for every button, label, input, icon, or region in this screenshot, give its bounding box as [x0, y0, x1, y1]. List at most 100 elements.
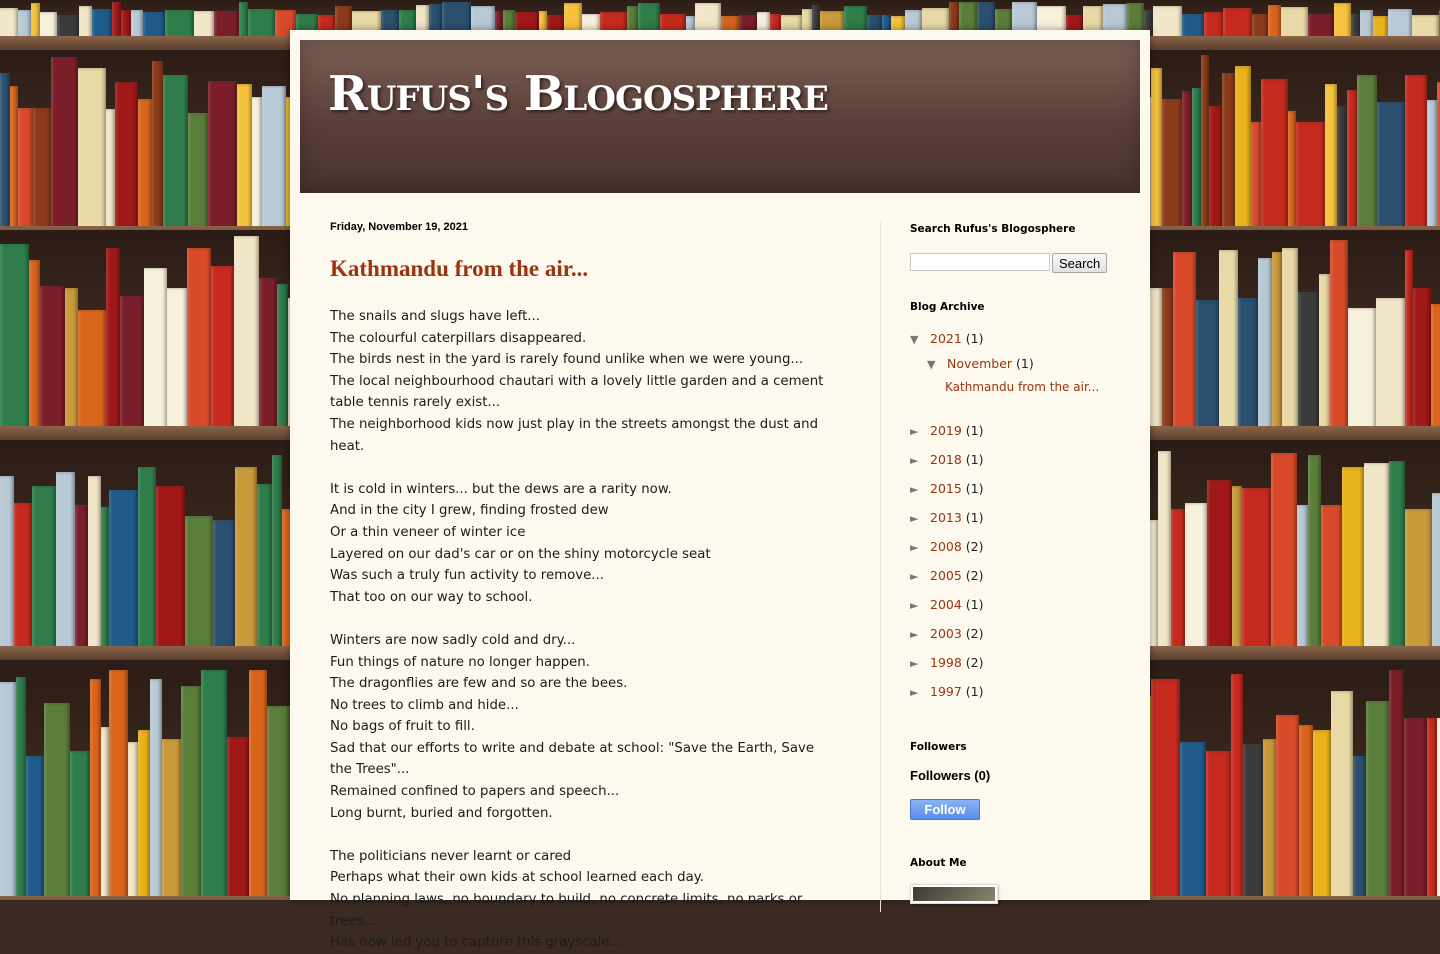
expand-toggle-icon[interactable]: ►	[910, 562, 930, 591]
archive-year-2019: ► 2019 (1)	[910, 416, 1120, 445]
archive-year-link[interactable]: 2018	[930, 452, 962, 467]
book-spine	[138, 98, 152, 230]
archive-year-link[interactable]: 1997	[930, 684, 962, 699]
book-spine	[1258, 258, 1272, 430]
book-spine	[1180, 741, 1206, 900]
archive-year-2004: ► 2004 (1)	[910, 590, 1120, 619]
expand-toggle-icon[interactable]: ►	[910, 417, 930, 446]
book-spine	[1313, 729, 1331, 900]
archive-year-list: ► 2019 (1) ► 2018 (1) ► 2015 (1) ► 2013 (1) ► 200…	[910, 416, 1120, 706]
archive-year-1997: ► 1997 (1)	[910, 677, 1120, 706]
book-spine	[1342, 467, 1364, 650]
poem-line: Perhaps what their own kids at school le…	[330, 870, 704, 886]
book-spine	[0, 244, 29, 430]
poem-line: Layered on our dad's car or on the shiny…	[330, 546, 711, 562]
archive-year-link[interactable]: 2015	[930, 481, 962, 496]
post-title[interactable]: Kathmandu from the air...	[330, 254, 830, 284]
book-spine	[1288, 111, 1296, 230]
search-input[interactable]	[910, 253, 1050, 271]
book-spine	[1319, 274, 1330, 430]
book-spine	[1173, 252, 1196, 430]
book-spine	[1182, 91, 1192, 230]
expand-toggle-icon[interactable]: ►	[910, 620, 930, 649]
book-spine	[78, 310, 106, 430]
book-spine	[1364, 463, 1389, 650]
about-me-title: About Me	[910, 857, 967, 869]
search-button[interactable]: Search	[1052, 253, 1108, 273]
book-spine	[1201, 55, 1209, 230]
archive-month-november: ▼ November (1)	[910, 351, 1120, 376]
book-spine	[106, 109, 115, 230]
book-spine	[88, 475, 101, 650]
book-spine	[1330, 240, 1348, 430]
book-spine	[1299, 724, 1313, 900]
expand-toggle-icon[interactable]: ►	[910, 475, 930, 504]
archive-year-2005: ► 2005 (2)	[910, 561, 1120, 590]
followers-widget: Followers Followers (0) Follow	[910, 740, 1120, 820]
poem-line: That too on our way to school.	[330, 589, 533, 605]
profile-avatar[interactable]	[910, 884, 998, 904]
book-spine	[1357, 75, 1377, 230]
collapse-toggle-icon[interactable]: ▼	[910, 327, 930, 352]
poem-line: The colourful caterpillars disappeared.	[330, 330, 587, 346]
stanza-break	[330, 457, 830, 479]
book-spine	[1389, 461, 1405, 650]
collapse-toggle-icon[interactable]: ▼	[927, 352, 947, 377]
book-spine	[213, 519, 235, 650]
archive-month-link[interactable]: November	[947, 356, 1012, 371]
book-spine	[1413, 288, 1431, 430]
archive-year-link[interactable]: 2008	[930, 539, 962, 554]
book-spine	[1404, 717, 1427, 900]
book-spine	[1276, 715, 1299, 900]
archive-year-2021: ▼ 2021 (1)	[910, 326, 1120, 351]
follow-button[interactable]: Follow	[910, 799, 980, 820]
archive-year-2013: ► 2013 (1)	[910, 503, 1120, 532]
archive-count: (2)	[965, 655, 984, 670]
archive-year-link[interactable]: 1998	[930, 655, 962, 670]
book-spine	[51, 57, 78, 230]
book-spine	[1389, 669, 1404, 900]
book-spine	[152, 60, 163, 230]
followers-title: Followers	[910, 741, 967, 753]
archive-year-link[interactable]: 2003	[930, 626, 962, 641]
book-spine	[1151, 679, 1180, 900]
archive-count: (2)	[965, 626, 984, 641]
book-spine	[181, 686, 201, 900]
book-spine	[1268, 4, 1281, 40]
archive-post-link[interactable]: Kathmandu from the air...	[945, 380, 1099, 394]
expand-toggle-icon[interactable]: ►	[910, 446, 930, 475]
book-spine	[1162, 288, 1173, 430]
archive-year-link[interactable]: 2005	[930, 568, 962, 583]
book-spine	[1251, 122, 1261, 230]
search-widget-title: Search Rufus's Blogosphere	[910, 223, 1076, 235]
book-spine	[1207, 479, 1232, 650]
book-spine	[163, 75, 188, 230]
poem-line: Has now led you to capture this grayscal…	[330, 935, 623, 951]
archive-year-link[interactable]: 2021	[930, 331, 962, 346]
book-spine	[237, 84, 252, 230]
blog-archive-widget: Blog Archive ▼ 2021 (1) ▼ November (1) Kat…	[910, 300, 1120, 706]
book-spine	[1376, 298, 1405, 430]
book-spine	[1405, 250, 1413, 430]
book-spine	[1242, 488, 1271, 650]
expand-toggle-icon[interactable]: ►	[910, 533, 930, 562]
archive-year-link[interactable]: 2019	[930, 423, 962, 438]
book-spine	[44, 703, 70, 900]
book-spine	[128, 741, 138, 900]
expand-toggle-icon[interactable]: ►	[910, 591, 930, 620]
book-spine	[1331, 691, 1353, 900]
blog-title[interactable]: Rufus's Blogosphere	[328, 66, 829, 122]
archive-count: (1)	[965, 597, 984, 612]
archive-year-link[interactable]: 2013	[930, 510, 962, 525]
expand-toggle-icon[interactable]: ►	[910, 649, 930, 678]
book-spine	[1432, 492, 1440, 650]
archive-count: (1)	[965, 684, 984, 699]
expand-toggle-icon[interactable]: ►	[910, 678, 930, 707]
poem-line: Remained confined to papers and speech..…	[330, 784, 620, 800]
post-body: The snails and slugs have left... The col…	[330, 306, 830, 954]
expand-toggle-icon[interactable]: ►	[910, 504, 930, 533]
book-spine	[272, 454, 282, 650]
poem-line: The local neighbourhood chautari with a …	[330, 373, 824, 411]
archive-year-link[interactable]: 2004	[930, 597, 962, 612]
column-divider	[880, 222, 881, 912]
